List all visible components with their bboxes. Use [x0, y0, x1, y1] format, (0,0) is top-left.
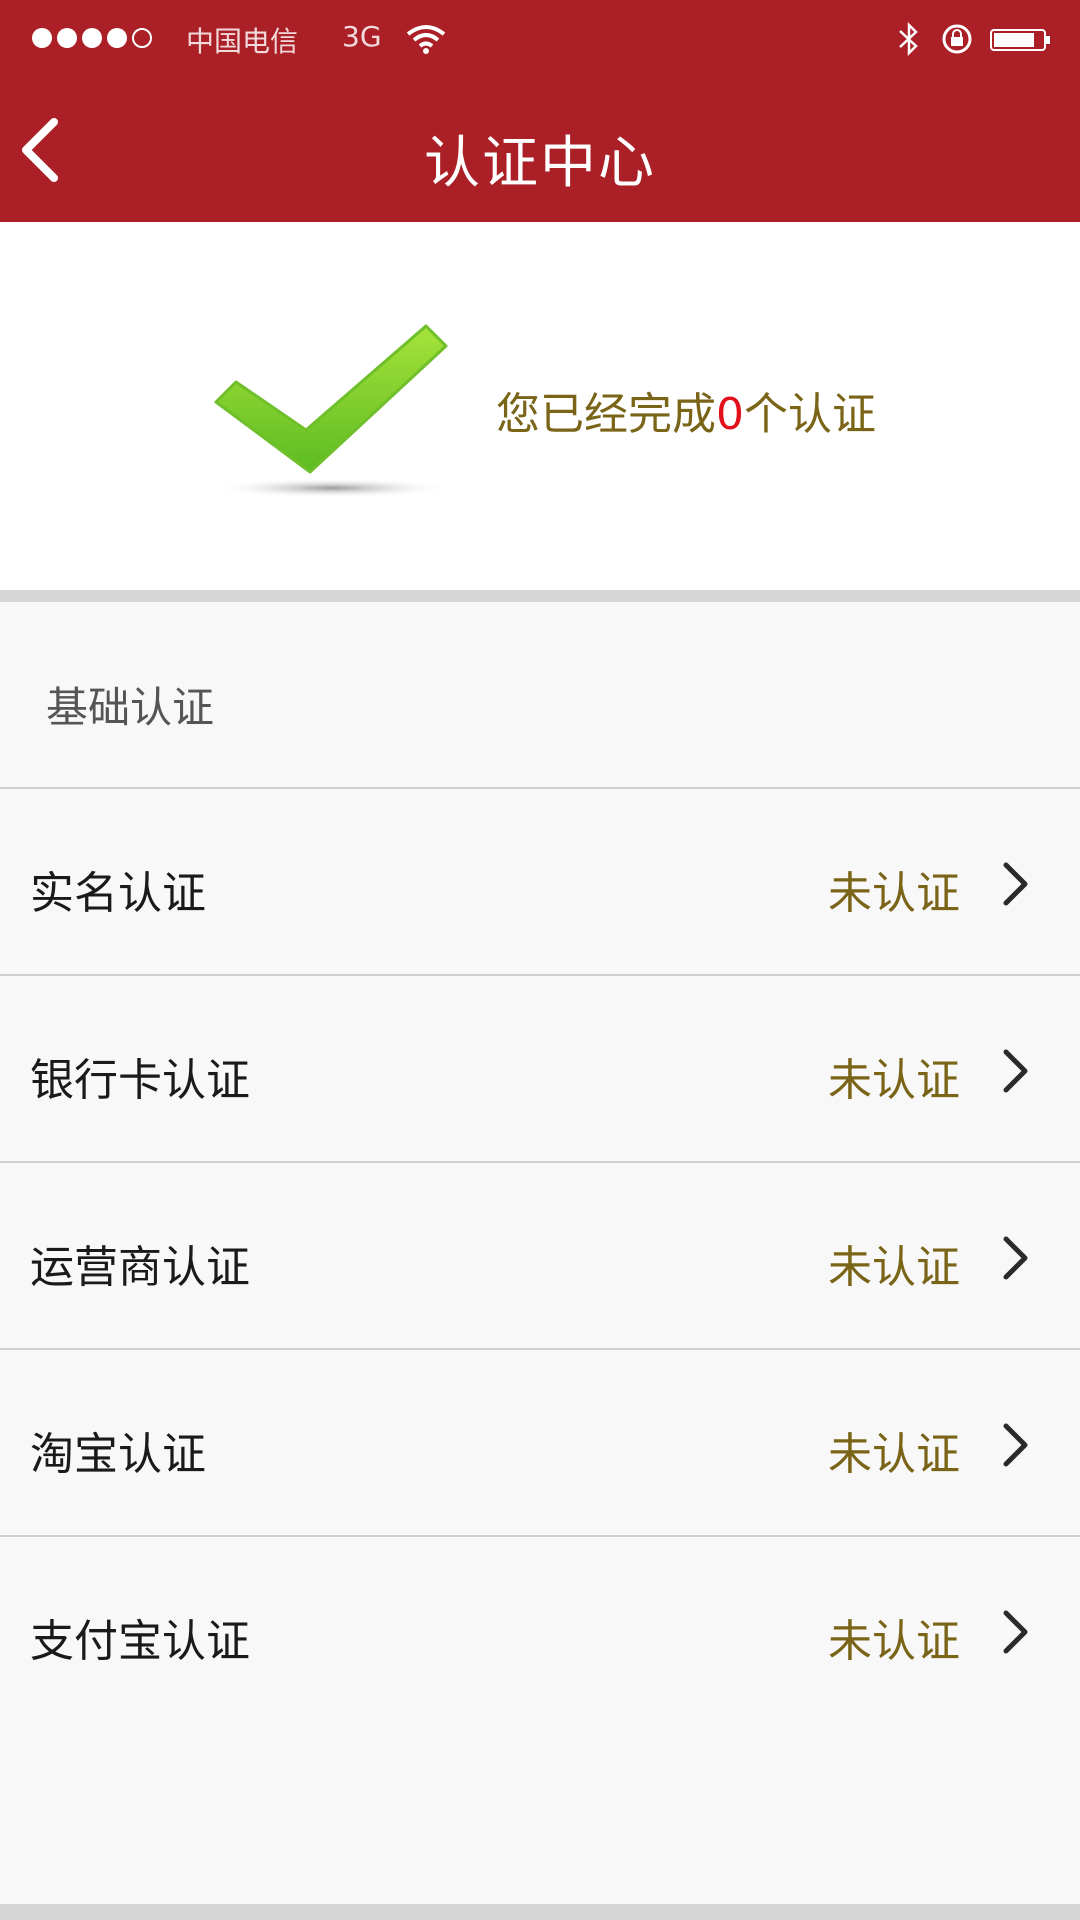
- list-item-carrier[interactable]: 运营商认证 未认证: [0, 1163, 1080, 1350]
- wifi-icon: [406, 24, 446, 58]
- chevron-right-icon: [1003, 1610, 1028, 1654]
- completed-count: 0: [716, 389, 744, 440]
- carrier-label: 中国电信: [186, 25, 299, 58]
- green-checkmark-icon: [206, 302, 466, 506]
- section-title: 基础认证: [46, 683, 215, 732]
- summary-text: 您已经完成0个认证: [496, 378, 876, 442]
- page-title: 认证中心: [424, 131, 656, 196]
- list-item-alipay[interactable]: 支付宝认证 未认证: [0, 1537, 1080, 1722]
- network-type-label: 3G: [342, 20, 382, 53]
- summary-suffix: 个认证: [744, 389, 876, 440]
- summary-prefix: 您已经完成: [496, 389, 716, 440]
- item-label: 银行卡认证: [30, 1055, 250, 1106]
- chevron-right-icon: [1003, 862, 1028, 906]
- verification-list: 实名认证 未认证 银行卡认证 未认证 运营商认证 未认证 淘宝认证 未认证 支付…: [0, 789, 1080, 1722]
- status-text: 未认证: [828, 1616, 960, 1667]
- item-label: 支付宝认证: [30, 1616, 250, 1667]
- bluetooth-icon: [896, 21, 922, 60]
- item-label: 运营商认证: [30, 1242, 250, 1293]
- battery-icon: [990, 28, 1052, 56]
- chevron-right-icon: [1003, 1049, 1028, 1093]
- status-bar: 中国电信 3G: [0, 0, 1080, 78]
- status-text: 未认证: [828, 868, 960, 919]
- rotation-lock-icon: [940, 22, 974, 60]
- status-text: 未认证: [828, 1055, 960, 1106]
- verification-summary: 您已经完成0个认证: [0, 222, 1080, 590]
- list-item-bank-card[interactable]: 银行卡认证 未认证: [0, 976, 1080, 1163]
- chevron-right-icon: [1003, 1236, 1028, 1280]
- bottom-divider: [0, 1904, 1080, 1920]
- item-label: 淘宝认证: [30, 1429, 206, 1480]
- list-item-real-name[interactable]: 实名认证 未认证: [0, 789, 1080, 976]
- signal-dots-icon: [32, 28, 152, 48]
- navigation-bar: 认证中心: [0, 78, 1080, 222]
- status-text: 未认证: [828, 1429, 960, 1480]
- list-item-taobao[interactable]: 淘宝认证 未认证: [0, 1350, 1080, 1537]
- chevron-right-icon: [1003, 1423, 1028, 1467]
- divider: [0, 590, 1080, 602]
- item-label: 实名认证: [30, 868, 206, 919]
- status-text: 未认证: [828, 1242, 960, 1293]
